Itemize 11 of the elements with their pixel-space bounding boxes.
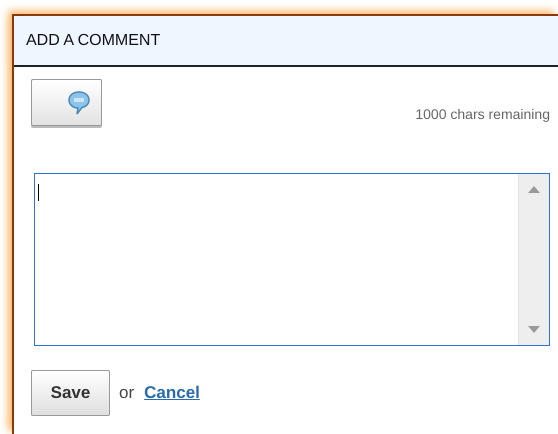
scrollbar[interactable] (518, 174, 549, 345)
or-text: or (119, 382, 134, 404)
comment-input[interactable] (34, 173, 550, 346)
chars-remaining-text: 1000 chars remaining (415, 105, 550, 124)
panel-title: ADD A COMMENT (26, 30, 160, 50)
scroll-up-arrow-icon[interactable] (528, 186, 540, 193)
cancel-link[interactable]: Cancel (144, 380, 200, 406)
speech-bubble-button[interactable] (31, 79, 102, 126)
scroll-down-arrow-icon[interactable] (528, 326, 540, 333)
speech-bubble-icon (67, 90, 91, 116)
save-button[interactable]: Save (31, 370, 110, 416)
